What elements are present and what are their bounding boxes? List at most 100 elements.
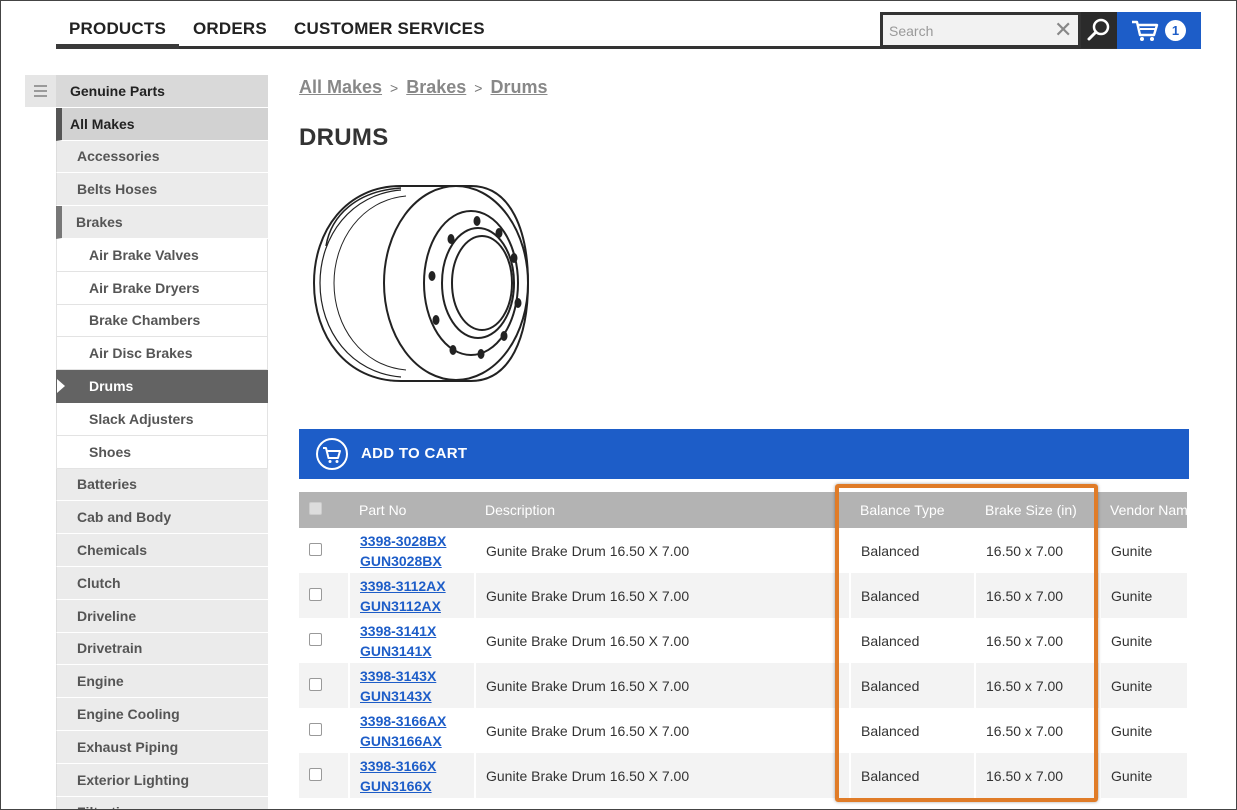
vendor-name-cell: Gunite [1100,663,1187,708]
menu-toggle-icon[interactable] [25,75,56,107]
tab-customer-services[interactable]: CUSTOMER SERVICES [294,19,485,39]
part-number-cell: 3398-3166AX GUN3166AX [349,708,476,753]
sidebar-item-exhaust-piping[interactable]: Exhaust Piping [56,730,268,764]
tab-products[interactable]: PRODUCTS [69,19,166,39]
sidebar-item-clutch[interactable]: Clutch [56,566,268,600]
add-to-cart-button[interactable]: ADD TO CART [299,429,1189,479]
row-checkbox[interactable] [309,722,322,736]
balance-type-cell: Balanced [850,708,976,753]
sidebar-item-drivetrain[interactable]: Drivetrain [56,632,268,666]
sidebar-item-all-makes[interactable]: All Makes [56,107,268,141]
part-alt-number-link[interactable]: GUN3112AX [360,596,474,616]
parts-table-container[interactable]: Part No Description Balance Type Brake S… [299,492,1187,809]
sidebar-item-belts-hoses[interactable]: Belts Hoses [56,173,268,207]
part-number-link[interactable]: 3398-3112AX [360,576,474,596]
part-number-cell: 3398-3141X GUN3141X [349,618,476,663]
sidebar-item-label: Brakes [76,214,123,231]
part-number-link[interactable]: 3398-3166AX [360,711,474,731]
sidebar-item-genuine-parts[interactable]: Genuine Parts [56,75,268,108]
part-alt-number-link[interactable]: GUN3143X [360,686,474,706]
sidebar-item-label: Slack Adjusters [89,410,194,427]
sidebar-item-slack-adjusters[interactable]: Slack Adjusters [56,402,268,436]
part-alt-number-link[interactable]: GUN3166AX [360,731,474,751]
brake-size-cell: 16.50 x 7.00 [975,708,1101,753]
sidebar-item-label: Air Brake Valves [89,246,199,263]
balance-type-cell: Balanced [850,753,976,798]
sidebar-item-label: Air Disc Brakes [89,345,193,362]
sidebar-item-cab-and-body[interactable]: Cab and Body [56,501,268,535]
column-header-description[interactable]: Description [475,492,850,528]
description-cell: Gunite Brake Drum 16.50 X 7.00 [475,753,851,798]
sidebar-item-driveline[interactable]: Driveline [56,599,268,633]
sidebar-item-air-disc-brakes[interactable]: Air Disc Brakes [56,337,268,371]
row-checkbox[interactable] [309,587,322,601]
sidebar-item-batteries[interactable]: Batteries [56,468,268,502]
column-header-part-no[interactable]: Part No [349,492,475,528]
table-row[interactable]: 3398-3028BX GUN3028BX Gunite Brake Drum 16… [299,528,1187,573]
sidebar-item-label: Chemicals [77,542,148,559]
sidebar-item-chemicals[interactable]: Chemicals [56,534,268,567]
part-alt-number-link[interactable]: GUN3141X [360,641,474,661]
cart-button[interactable]: 1 [1117,12,1201,49]
row-checkbox[interactable] [309,632,322,646]
column-header-brake-size[interactable]: Brake Size (in) [975,492,1100,528]
sidebar-item-label: Exterior Lighting [77,771,189,788]
sidebar-item-air-brake-valves[interactable]: Air Brake Valves [56,238,268,272]
column-header-balance-type[interactable]: Balance Type [850,492,975,528]
table-row[interactable]: 3398-3143X GUN3143X Gunite Brake Drum 16.5… [299,663,1187,708]
table-row[interactable]: 3398-3112AX GUN3112AX Gunite Brake Drum 16… [299,573,1187,618]
sidebar-item-filtration[interactable]: Filtration [56,796,268,809]
row-checkbox[interactable] [309,767,322,781]
breadcrumb-brakes[interactable]: Brakes [406,77,466,97]
sidebar-item-label: Belts Hoses [77,181,158,198]
row-checkbox[interactable] [309,677,322,691]
sidebar-item-drums[interactable]: Drums [56,370,268,403]
description-cell: Gunite Brake Drum 16.50 X 7.00 [475,618,851,663]
table-row[interactable]: 3398-3265X [299,798,1187,809]
vendor-name-cell: Gunite [1100,573,1187,618]
parts-table-body: 3398-3028BX GUN3028BX Gunite Brake Drum 16… [299,528,1187,809]
balance-type-cell: Balanced [850,573,976,618]
part-number-cell: 3398-3166X GUN3166X [349,753,476,798]
part-number-link[interactable]: 3398-3143X [360,666,474,686]
sidebar-item-engine[interactable]: Engine [56,665,268,699]
table-row[interactable]: 3398-3166X GUN3166X Gunite Brake Drum 16.5… [299,753,1187,798]
table-row[interactable]: 3398-3141X GUN3141X Gunite Brake Drum 16.5… [299,618,1187,663]
clear-search-icon[interactable]: ✕ [1054,18,1072,42]
brake-size-cell: 16.50 x 7.00 [975,573,1101,618]
search-input[interactable] [889,21,1049,41]
sidebar-item-air-brake-dryers[interactable]: Air Brake Dryers [56,271,268,305]
cart-count-badge: 1 [1165,20,1186,41]
parts-table: Part No Description Balance Type Brake S… [299,492,1187,809]
part-alt-number-link[interactable]: GUN3166X [360,776,474,796]
sidebar-item-accessories[interactable]: Accessories [56,140,268,174]
select-all-checkbox[interactable] [309,502,322,515]
sidebar-item-label: Brake Chambers [89,312,201,329]
search-button[interactable] [1081,12,1117,48]
breadcrumb-drums[interactable]: Drums [490,77,547,97]
breadcrumb-all-makes[interactable]: All Makes [299,77,382,97]
sidebar-item-engine-cooling[interactable]: Engine Cooling [56,698,268,731]
table-row[interactable]: 3398-3166AX GUN3166AX Gunite Brake Drum 16… [299,708,1187,753]
part-number-link[interactable]: 3398-3028BX [360,531,474,551]
balance-type-cell: Balanced [850,528,976,573]
balance-type-cell: Balanced [850,663,976,708]
sidebar-item-exterior-lighting[interactable]: Exterior Lighting [56,763,268,797]
sidebar-item-label: Air Brake Dryers [89,279,200,296]
sidebar-item-brake-chambers[interactable]: Brake Chambers [56,304,268,338]
tab-orders[interactable]: ORDERS [193,19,267,39]
active-tab-indicator [56,44,179,49]
vendor-name-cell: Gunite [1100,528,1187,573]
sidebar-item-brakes[interactable]: Brakes [56,206,268,239]
search-box: ✕ [880,12,1081,48]
sidebar-item-shoes[interactable]: Shoes [56,435,268,469]
search-icon [1087,18,1110,41]
sidebar-item-label: Genuine Parts [70,82,165,99]
column-header-vendor-name[interactable]: Vendor Name [1100,492,1187,528]
part-number-link[interactable]: 3398-3166X [360,756,474,776]
part-number-link[interactable]: 3398-3141X [360,621,474,641]
row-checkbox[interactable] [309,542,322,556]
select-all-header [299,492,349,528]
part-alt-number-link[interactable]: GUN3028BX [360,551,474,571]
add-to-cart-label: ADD TO CART [361,445,468,462]
